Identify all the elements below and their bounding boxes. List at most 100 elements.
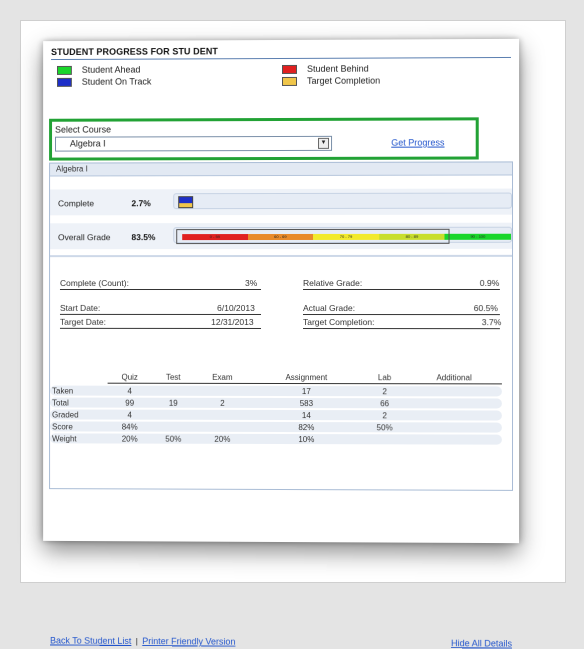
table-cell: 84% bbox=[108, 422, 152, 432]
course-select-value: Algebra I bbox=[70, 139, 106, 149]
row-label: Weight bbox=[50, 433, 108, 443]
table-cell bbox=[152, 410, 195, 420]
table-cell: 82% bbox=[250, 422, 363, 432]
table-cell: 99 bbox=[108, 398, 152, 408]
table-cell bbox=[152, 422, 195, 432]
actual-grade-value: 60.5% bbox=[474, 303, 498, 313]
actual-grade-underline bbox=[303, 314, 500, 315]
legend-swatch-target bbox=[282, 76, 297, 85]
table-row: Taken 4 17 2 bbox=[50, 386, 502, 397]
table-column-header: Quiz bbox=[108, 373, 152, 384]
table-cell bbox=[195, 386, 250, 396]
table-cell: 14 bbox=[250, 410, 363, 420]
target-completion-underline bbox=[303, 328, 500, 329]
grade-band: 90 - 100 bbox=[445, 234, 511, 240]
grade-marker bbox=[176, 229, 449, 244]
table-cell bbox=[406, 410, 502, 420]
grade-value: 83.5% bbox=[131, 232, 155, 242]
table-column-header: Exam bbox=[195, 373, 250, 384]
table-header-row: Quiz Test Exam Assignment Lab Additional bbox=[50, 373, 502, 385]
complete-count-label: Complete (Count): bbox=[60, 278, 129, 288]
table-cell: 4 bbox=[108, 386, 152, 396]
panel-header-title: Algebra I bbox=[56, 164, 88, 173]
legend-label-behind: Student Behind bbox=[307, 64, 369, 74]
row-label: Graded bbox=[50, 409, 108, 419]
get-progress-link[interactable]: Get Progress bbox=[391, 138, 444, 148]
complete-label: Complete bbox=[58, 198, 94, 208]
complete-bar bbox=[173, 193, 512, 210]
table-cell: 2 bbox=[363, 386, 406, 396]
target-date-underline bbox=[60, 328, 261, 329]
panel-header: Algebra I bbox=[50, 162, 512, 176]
course-progress-panel: Algebra I Complete 2.7% Overall Grade 83… bbox=[49, 161, 513, 490]
actual-grade-label: Actual Grade: bbox=[303, 303, 355, 313]
table-cell: 4 bbox=[108, 410, 152, 420]
legend-item-on-track: Student On Track bbox=[57, 77, 151, 87]
table-column-header: Additional bbox=[406, 373, 502, 384]
table-body: Taken 4 17 2 Total 99 19 2 583 66 Graded 4 14 2 Score 8… bbox=[50, 386, 502, 445]
table-cell: 66 bbox=[363, 398, 406, 408]
table-row: Score 84% 82% 50% bbox=[50, 421, 502, 432]
grade-label: Overall Grade bbox=[58, 232, 111, 242]
table-cell bbox=[406, 398, 502, 408]
table-cell: 17 bbox=[250, 386, 363, 396]
complete-value: 2.7% bbox=[131, 198, 150, 208]
legend-swatch-ahead bbox=[57, 65, 72, 74]
table-cell: 10% bbox=[250, 434, 363, 444]
table-row: Weight 20% 50% 20% 10% bbox=[50, 433, 502, 444]
complete-count-value: 3% bbox=[245, 278, 257, 288]
course-select[interactable]: Algebra I ▼ bbox=[55, 136, 332, 152]
relative-grade-label: Relative Grade: bbox=[303, 278, 362, 288]
hide-all-details-link[interactable]: Hide All Details bbox=[451, 638, 512, 648]
report-content: STUDENT PROGRESS FOR STU DENT Student Ah… bbox=[51, 39, 515, 541]
table-cell: 583 bbox=[250, 398, 363, 408]
table-cell: 50% bbox=[363, 422, 406, 432]
table-cell: 50% bbox=[152, 434, 195, 444]
legend-item-behind: Student Behind bbox=[282, 64, 369, 74]
footer-links: Back To Student List | Printer Friendly … bbox=[50, 635, 512, 648]
printer-friendly-link[interactable]: Printer Friendly Version bbox=[142, 636, 235, 647]
back-to-student-list-link[interactable]: Back To Student List bbox=[50, 635, 131, 646]
select-course-label: Select Course bbox=[55, 125, 111, 135]
table-cell: 2 bbox=[195, 398, 250, 408]
start-date-value: 6/10/2013 bbox=[217, 303, 255, 313]
dropdown-arrow-icon[interactable]: ▼ bbox=[318, 138, 329, 149]
table-cell bbox=[406, 422, 502, 432]
table-cell bbox=[406, 434, 502, 444]
relative-grade-value: 0.9% bbox=[480, 278, 500, 288]
report-page: STUDENT PROGRESS FOR STU DENT Student Ah… bbox=[43, 39, 519, 543]
course-selector-box: Select Course Algebra I ▼ Get Progress bbox=[49, 117, 479, 160]
target-date-label: Target Date: bbox=[60, 317, 106, 327]
legend-swatch-behind bbox=[282, 64, 297, 73]
table-row: Graded 4 14 2 bbox=[50, 409, 502, 420]
legend-label-target: Target Completion bbox=[307, 76, 380, 86]
table-column-header: Test bbox=[152, 373, 195, 384]
table-cell bbox=[152, 386, 195, 396]
target-completion-value: 3.7% bbox=[482, 317, 502, 327]
table-cell bbox=[363, 434, 406, 444]
table-corner bbox=[50, 373, 108, 384]
target-completion-label: Target Completion: bbox=[303, 317, 374, 327]
target-fill bbox=[179, 203, 192, 207]
table-cell bbox=[406, 386, 502, 396]
grade-stats-table: Quiz Test Exam Assignment Lab Additional Take… bbox=[50, 371, 502, 447]
complete-count-underline bbox=[60, 289, 261, 290]
table-cell: 19 bbox=[152, 398, 195, 408]
start-date-label: Start Date: bbox=[60, 303, 100, 313]
row-label: Total bbox=[50, 398, 108, 408]
table-row: Total 99 19 2 583 66 bbox=[50, 398, 502, 409]
legend-label-ahead: Student Ahead bbox=[82, 65, 141, 75]
panel-divider bbox=[50, 255, 512, 257]
start-date-underline bbox=[60, 314, 261, 315]
relative-grade-underline bbox=[303, 289, 500, 290]
table-cell: 2 bbox=[363, 410, 406, 420]
row-label: Score bbox=[50, 421, 108, 431]
legend-item-target: Target Completion bbox=[282, 76, 380, 86]
table-cell bbox=[195, 422, 250, 432]
table-cell bbox=[195, 410, 250, 420]
legend-label-on-track: Student On Track bbox=[82, 77, 152, 87]
legend-item-ahead: Student Ahead bbox=[57, 65, 140, 75]
grade-bar: 0 - 59 60 - 69 70 - 79 80 - 89 90 - 100 bbox=[173, 227, 512, 243]
page-title: STUDENT PROGRESS FOR STU DENT bbox=[51, 45, 511, 60]
legend-swatch-on-track bbox=[57, 77, 72, 86]
